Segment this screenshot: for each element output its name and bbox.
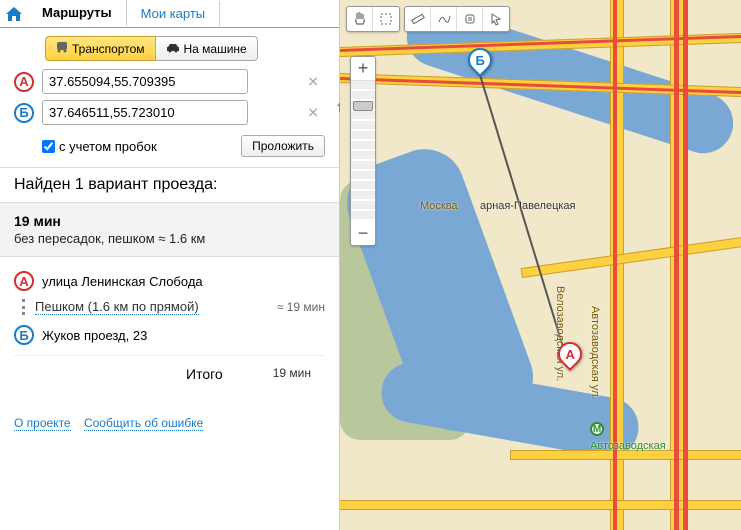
map-label-paveletskaya: арная-Павелецкая (480, 200, 576, 212)
clear-b-icon[interactable]: ✕ (307, 104, 319, 121)
point-a-input-wrap: ✕ (42, 69, 325, 94)
map-marker-a[interactable]: А (558, 342, 582, 378)
map-label-river: Москва (420, 200, 458, 212)
tab-mymaps[interactable]: Мои карты (127, 1, 221, 26)
home-icon[interactable] (0, 7, 28, 21)
zoom-select-tool-icon[interactable] (373, 7, 399, 31)
build-route-button[interactable]: Проложить (241, 135, 325, 157)
map-label-avtozavodskaya-metro: Автозаводская (590, 440, 666, 452)
pointer-tool-icon[interactable] (483, 7, 509, 31)
marker-b-icon: Б (14, 325, 34, 345)
traffic-checkbox-label[interactable]: с учетом пробок (42, 139, 157, 154)
traffic-checkbox[interactable] (42, 140, 55, 153)
ruler-tool-icon[interactable] (405, 7, 431, 31)
map-background: Москва арная-Павелецкая Автозаводская ул… (340, 0, 741, 530)
map-marker-a-label: А (565, 347, 574, 362)
zoom-handle[interactable] (353, 101, 373, 111)
mode-transport-label: Транспортом (72, 42, 145, 56)
route-walk-item: Пешком (1.6 км по прямой) ≈ 19 мин (14, 299, 325, 315)
point-a-row: А ✕ (14, 69, 325, 94)
summary-detail: без пересадок, пешком ≈ 1.6 км (14, 231, 325, 246)
zoom-out-button[interactable]: − (351, 221, 375, 245)
zoom-slider[interactable] (351, 81, 375, 221)
path-tool-icon[interactable] (431, 7, 457, 31)
map-label-avtozavodskaya-st: Автозаводская ул. (589, 306, 601, 399)
route-points: А ✕ Б ✕ (0, 69, 339, 131)
tab-routes[interactable]: Маршруты (28, 0, 127, 27)
traffic-label-text: с учетом пробок (59, 139, 157, 154)
route-summary[interactable]: 19 мин без пересадок, пешком ≈ 1.6 км (0, 202, 339, 257)
map-toolbar (346, 6, 510, 32)
map-marker-b[interactable]: Б (468, 48, 492, 84)
bus-icon (56, 41, 68, 56)
mode-car-button[interactable]: На машине (155, 36, 258, 61)
mode-car-label: На машине (184, 42, 247, 56)
marker-a-icon: А (14, 72, 34, 92)
point-b-input-wrap: ✕ (42, 100, 325, 125)
left-panel: Маршруты Мои карты Транспортом На машине… (0, 0, 340, 530)
route-details: А улица Ленинская Слобода Пешком (1.6 км… (0, 257, 339, 406)
clear-a-icon[interactable]: ✕ (307, 73, 319, 90)
walk-dots-icon (22, 299, 25, 315)
report-link[interactable]: Сообщить об ошибке (84, 416, 203, 431)
options-row: с учетом пробок Проложить (0, 131, 339, 167)
point-b-input[interactable] (42, 100, 248, 125)
route-start-item: А улица Ленинская Слобода (14, 271, 325, 291)
map-panel[interactable]: Москва арная-Павелецкая Автозаводская ул… (340, 0, 741, 530)
marker-b-icon: Б (14, 103, 34, 123)
zoom-control: + − (350, 56, 376, 246)
map-marker-b-label: Б (475, 53, 484, 68)
total-row: Итого 19 мин (14, 355, 325, 392)
route-line (340, 0, 741, 530)
point-b-row: Б ✕ (14, 100, 325, 125)
about-link[interactable]: О проекте (14, 416, 71, 431)
metro-icon[interactable]: M (590, 422, 604, 436)
top-nav: Маршруты Мои карты (0, 0, 339, 28)
point-a-input[interactable] (42, 69, 248, 94)
pan-tool-icon[interactable] (347, 7, 373, 31)
summary-time: 19 мин (14, 213, 325, 229)
route-start-label: улица Ленинская Слобода (42, 274, 203, 289)
mode-row: Транспортом На машине (0, 28, 339, 69)
found-header: Найден 1 вариант проезда: (0, 167, 339, 202)
car-icon (166, 42, 180, 56)
total-time: 19 мин (273, 366, 311, 382)
marker-a-icon: А (14, 271, 34, 291)
walk-time: ≈ 19 мин (277, 300, 325, 314)
route-end-item: Б Жуков проезд, 23 (14, 325, 325, 345)
zoom-in-button[interactable]: + (351, 57, 375, 81)
mode-transport-button[interactable]: Транспортом (45, 36, 156, 61)
footer-links: О проекте Сообщить об ошибке (0, 406, 339, 440)
route-end-label: Жуков проезд, 23 (42, 328, 147, 343)
walk-text[interactable]: Пешком (1.6 км по прямой) (35, 299, 199, 315)
total-label: Итого (186, 366, 223, 382)
marker-tool-icon[interactable] (457, 7, 483, 31)
